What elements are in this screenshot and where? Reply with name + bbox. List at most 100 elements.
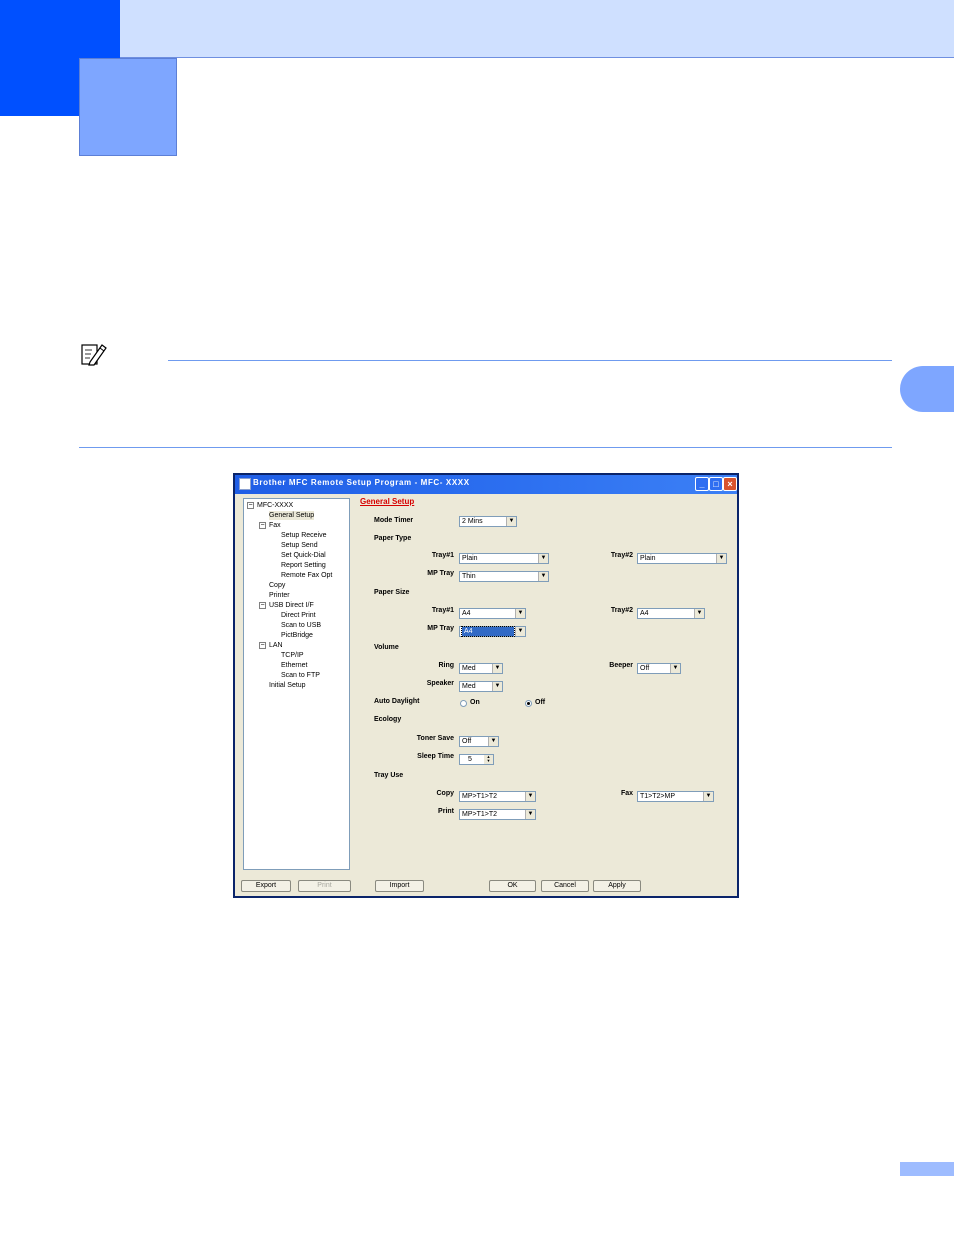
spin-arrows-icon[interactable]: ▲ ▼	[484, 755, 493, 764]
tree-item-initial-setup[interactable]: Initial Setup	[269, 681, 306, 690]
tree-item-scan-to-ftp[interactable]: Scan to FTP	[281, 671, 320, 680]
auto-daylight-on-label[interactable]: On	[470, 699, 480, 706]
export-button[interactable]: Export	[241, 880, 291, 892]
chapter-side-tab	[900, 366, 954, 412]
window-client: − MFC-XXXX General Setup − Fax Setup Rec…	[235, 494, 737, 896]
maximize-button[interactable]: □	[709, 477, 723, 491]
import-button[interactable]: Import	[375, 880, 424, 892]
chevron-down-icon[interactable]: ▼	[538, 572, 548, 581]
sleep-time-stepper[interactable]: 5 ▲ ▼	[459, 754, 494, 765]
paper-size-mp-label: MP Tray	[427, 625, 454, 632]
paper-size-heading: Paper Size	[374, 589, 410, 596]
toner-save-select[interactable]: Off ▼	[459, 736, 499, 747]
paper-type-heading: Paper Type	[374, 535, 412, 542]
paper-type-tray1-value: Plain	[462, 555, 478, 562]
tray-use-fax-select[interactable]: T1>T2>MP ▼	[637, 791, 714, 802]
chevron-down-icon[interactable]: ▼	[716, 554, 726, 563]
chevron-down-icon[interactable]: ▼	[703, 792, 713, 801]
panel-heading: General Setup	[360, 497, 415, 506]
paper-size-mp-select[interactable]: A4 ▼	[459, 626, 526, 637]
ecology-heading: Ecology	[374, 716, 402, 723]
chevron-down-icon[interactable]: ▼	[525, 810, 535, 819]
tree-item-copy[interactable]: Copy	[269, 581, 285, 590]
ring-select[interactable]: Med ▼	[459, 663, 503, 674]
tree-collapse-toggle[interactable]: −	[247, 502, 254, 509]
tree-item-tcpip[interactable]: TCP/IP	[281, 651, 304, 660]
minimize-button[interactable]: _	[695, 477, 709, 491]
sleep-time-value: 5	[468, 756, 472, 763]
chevron-down-icon[interactable]: ▼	[488, 737, 498, 746]
tray-use-print-select[interactable]: MP>T1>T2 ▼	[459, 809, 536, 820]
tree-item-report-setting[interactable]: Report Setting	[281, 561, 326, 570]
tree-collapse-toggle[interactable]: −	[259, 522, 266, 529]
tree-item-ethernet[interactable]: Ethernet	[281, 661, 307, 670]
chevron-down-icon[interactable]: ▼	[515, 609, 525, 618]
chevron-down-icon[interactable]: ▼	[492, 664, 502, 673]
chevron-down-icon[interactable]: ▼	[506, 517, 516, 526]
paper-size-tray2-value: A4	[640, 610, 649, 617]
beeper-select[interactable]: Off ▼	[637, 663, 681, 674]
chevron-down-icon[interactable]: ▼	[492, 682, 502, 691]
paper-size-tray1-select[interactable]: A4 ▼	[459, 608, 526, 619]
tree-item-lan[interactable]: LAN	[269, 641, 283, 650]
paper-type-mp-select[interactable]: Thin ▼	[459, 571, 549, 582]
chevron-down-icon[interactable]: ▼	[694, 609, 704, 618]
tray-use-copy-select[interactable]: MP>T1>T2 ▼	[459, 791, 536, 802]
tree-item-scan-to-usb[interactable]: Scan to USB	[281, 621, 321, 630]
tree-item-setup-receive[interactable]: Setup Receive	[281, 531, 327, 540]
tree-collapse-toggle[interactable]: −	[259, 602, 266, 609]
tree-item-setup-send[interactable]: Setup Send	[281, 541, 318, 550]
chevron-down-icon[interactable]: ▼	[515, 627, 525, 636]
chevron-down-icon[interactable]: ▼	[670, 664, 680, 673]
toner-save-label: Toner Save	[416, 735, 454, 742]
paper-type-tray1-select[interactable]: Plain ▼	[459, 553, 549, 564]
tray-use-print-value: MP>T1>T2	[462, 811, 498, 818]
speaker-value: Med	[462, 683, 476, 690]
auto-daylight-on-radio[interactable]	[460, 700, 467, 707]
tray-use-print-label: Print	[438, 808, 454, 815]
chevron-down-icon[interactable]: ▼	[525, 792, 535, 801]
paper-size-tray1-label: Tray#1	[431, 607, 454, 614]
tree-root[interactable]: MFC-XXXX	[257, 501, 293, 510]
speaker-select[interactable]: Med ▼	[459, 681, 503, 692]
note-rule-bottom	[79, 447, 892, 448]
printer-app-icon	[239, 478, 251, 490]
tray-use-copy-label: Copy	[436, 790, 455, 797]
chapter-tab-light	[79, 58, 177, 156]
sleep-time-label: Sleep Time	[417, 753, 454, 760]
tree-item-remote-fax-opt[interactable]: Remote Fax Opt	[281, 571, 332, 580]
tree-collapse-toggle[interactable]: −	[259, 642, 266, 649]
close-button[interactable]: ×	[723, 477, 737, 491]
paper-size-tray2-label: Tray#2	[610, 607, 633, 614]
ok-button[interactable]: OK	[489, 880, 536, 892]
print-button[interactable]: Print	[298, 880, 351, 892]
page-number-tab	[900, 1162, 954, 1176]
tree-item-fax[interactable]: Fax	[269, 521, 281, 530]
tray-use-fax-value: T1>T2>MP	[640, 793, 676, 800]
window-title: Brother MFC Remote Setup Program - MFC- …	[253, 478, 470, 487]
paper-size-tray2-select[interactable]: A4 ▼	[637, 608, 705, 619]
auto-daylight-off-radio[interactable]	[525, 700, 532, 707]
paper-type-tray1-label: Tray#1	[431, 552, 454, 559]
apply-button[interactable]: Apply	[593, 880, 641, 892]
tray-use-fax-label: Fax	[620, 790, 633, 797]
remote-setup-window: Brother MFC Remote Setup Program - MFC- …	[233, 473, 739, 898]
tree-item-general-setup[interactable]: General Setup	[269, 511, 315, 520]
tree-item-pictbridge[interactable]: PictBridge	[281, 631, 313, 640]
tree-item-printer[interactable]: Printer	[269, 591, 290, 600]
tree-item-usb-direct[interactable]: USB Direct I/F	[269, 601, 314, 610]
tree-item-direct-print[interactable]: Direct Print	[281, 611, 316, 620]
paper-type-tray2-select[interactable]: Plain ▼	[637, 553, 727, 564]
chevron-down-icon[interactable]: ▼	[538, 554, 548, 563]
beeper-value: Off	[640, 665, 650, 672]
auto-daylight-off-label[interactable]: Off	[535, 699, 545, 706]
settings-tree: − MFC-XXXX General Setup − Fax Setup Rec…	[243, 498, 350, 870]
mode-timer-select[interactable]: 2 Mins ▼	[459, 516, 517, 527]
mode-timer-value: 2 Mins	[462, 518, 483, 525]
toner-save-value: Off	[462, 738, 472, 745]
cancel-button[interactable]: Cancel	[541, 880, 589, 892]
auto-daylight-label: Auto Daylight	[374, 698, 420, 705]
tree-item-set-quick-dial[interactable]: Set Quick-Dial	[281, 551, 326, 560]
paper-type-tray2-label: Tray#2	[610, 552, 633, 559]
title-bar[interactable]: Brother MFC Remote Setup Program - MFC- …	[235, 475, 737, 494]
